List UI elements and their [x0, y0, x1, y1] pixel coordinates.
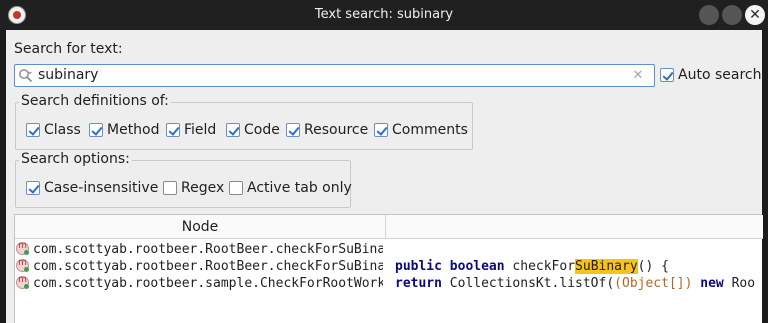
node-cell: com.scottyab.rootbeer.RootBeer.checkForS… [33, 242, 383, 257]
search-icon [19, 69, 33, 83]
window-title: Text search: subinary [314, 7, 454, 22]
comments-label: Comments [392, 122, 468, 138]
code-cell: public boolean checkForSuBinary() { [395, 258, 763, 275]
code-keyword: public [395, 259, 442, 274]
code-cast: (Object[]) [614, 276, 693, 291]
title-bar: Text search: subinary ✕ [0, 0, 768, 30]
close-icon: ✕ [749, 7, 761, 23]
method-icon: m [16, 241, 29, 255]
results-table: Node m com.scottyab.rootbeer.RootBeer.ch… [14, 214, 763, 323]
regex-checkbox[interactable] [163, 181, 177, 195]
column-header-node[interactable]: Node [15, 215, 386, 239]
code-text: CollectionsKt.listOf( [449, 276, 615, 291]
auto-search-label: Auto search [678, 67, 762, 83]
active-tab-only-label: Active tab only [247, 180, 352, 196]
definitions-legend: Search definitions of: [19, 93, 171, 109]
table-row[interactable]: m com.scottyab.rootbeer.sample.CheckForR… [15, 275, 763, 292]
code-label: Code [244, 122, 280, 138]
options-legend: Search options: [19, 151, 132, 167]
dialog-body: Search for text: subinary ✕ Auto search … [6, 30, 763, 323]
maximize-button[interactable] [722, 5, 742, 25]
table-row[interactable]: m com.scottyab.rootbeer.RootBeer.checkFo… [15, 241, 763, 258]
code-text: Roo [731, 276, 756, 291]
method-icon: m [16, 258, 29, 272]
resource-label: Resource [304, 122, 369, 138]
regex-label: Regex [181, 180, 225, 196]
field-label: Field [184, 122, 217, 138]
table-row[interactable]: m com.scottyab.rootbeer.RootBeer.checkFo… [15, 258, 763, 275]
search-input-value: subinary [38, 67, 99, 83]
node-cell: com.scottyab.rootbeer.sample.CheckForRoo… [33, 276, 383, 291]
method-checkbox[interactable] [89, 123, 103, 137]
code-text: checkFor [512, 259, 576, 274]
case-insensitive-label: Case-insensitive [44, 180, 159, 196]
search-input[interactable]: subinary ✕ [14, 64, 655, 87]
node-cell: com.scottyab.rootbeer.RootBeer.checkForS… [33, 259, 383, 274]
code-keyword: return [395, 276, 442, 291]
case-insensitive-checkbox[interactable] [26, 181, 40, 195]
match-highlight: SuBinary [575, 259, 638, 274]
column-header-code[interactable] [386, 215, 763, 239]
field-checkbox[interactable] [166, 123, 180, 137]
method-label: Method [107, 122, 160, 138]
clear-search-icon[interactable]: ✕ [629, 66, 647, 86]
class-label: Class [44, 122, 81, 138]
active-tab-only-checkbox[interactable] [229, 181, 243, 195]
minimize-button[interactable] [699, 5, 719, 25]
comments-checkbox[interactable] [374, 123, 388, 137]
resource-checkbox[interactable] [286, 123, 300, 137]
code-text: () { [637, 259, 669, 274]
class-checkbox[interactable] [26, 123, 40, 137]
code-keyword: boolean [449, 259, 505, 274]
auto-search-checkbox[interactable] [660, 68, 674, 82]
code-checkbox[interactable] [226, 123, 240, 137]
search-label: Search for text: [14, 41, 123, 57]
code-keyword: new [700, 276, 724, 291]
method-icon: m [16, 275, 29, 289]
close-button[interactable]: ✕ [745, 5, 765, 25]
code-cell: return CollectionsKt.listOf((Object[]) n… [395, 275, 763, 292]
